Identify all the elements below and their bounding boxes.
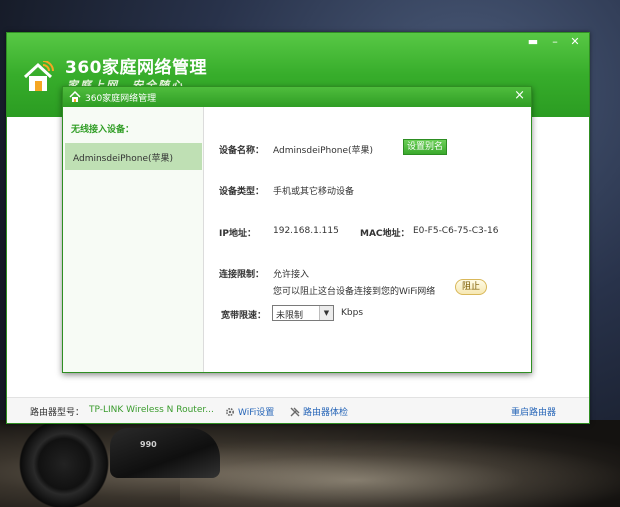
wallpaper-motorcycle-body xyxy=(110,428,220,478)
router-model-link[interactable]: TP-LINK Wireless N Router... xyxy=(89,405,214,415)
bandwidth-limit-label: 宽带限速： xyxy=(221,311,267,321)
wifi-settings-label: WiFi设置 xyxy=(238,408,275,418)
device-detail-dialog: 360家庭网络管理 × 无线接入设备： AdminsdeiPhone(苹果) 设… xyxy=(62,86,532,373)
dialog-title-bar[interactable]: 360家庭网络管理 × xyxy=(63,87,531,107)
set-alias-button[interactable]: 设置别名 xyxy=(403,139,447,155)
router-check-link[interactable]: 路由器体检 xyxy=(290,405,348,418)
mac-value: E0-F5-C6-75-C3-16 xyxy=(413,226,499,236)
dialog-title: 360家庭网络管理 xyxy=(85,94,157,104)
dialog-close-icon[interactable]: × xyxy=(514,88,525,103)
chevron-down-icon: ▼ xyxy=(319,306,333,320)
device-type-label: 设备类型： xyxy=(219,187,265,197)
wallpaper-dust xyxy=(180,440,620,507)
feedback-icon[interactable]: ▬ xyxy=(525,35,541,49)
router-model-label: 路由器型号： xyxy=(30,408,85,418)
app-title: 360家庭网络管理 xyxy=(65,58,207,78)
close-icon[interactable]: ✕ xyxy=(567,35,583,49)
router-check-label: 路由器体检 xyxy=(303,408,349,418)
mac-label: MAC地址： xyxy=(360,229,410,239)
device-list-item[interactable]: AdminsdeiPhone(苹果) xyxy=(65,143,202,170)
wallpaper-bike-badge: 990 xyxy=(140,440,157,449)
device-list-heading: 无线接入设备： xyxy=(71,125,135,135)
device-list-panel: 无线接入设备： AdminsdeiPhone(苹果) xyxy=(63,107,204,372)
house-small-icon xyxy=(69,91,81,102)
device-type-value: 手机或其它移动设备 xyxy=(273,187,355,197)
wrench-icon xyxy=(290,407,300,416)
ip-label: IP地址： xyxy=(219,229,256,239)
connection-limit-hint: 您可以阻止这台设备连接到您的WiFi网络 xyxy=(273,287,436,297)
wallpaper-motorcycle-wheel xyxy=(8,418,120,507)
connection-limit-value: 允许接入 xyxy=(273,270,310,280)
bandwidth-unit: Kbps xyxy=(341,308,364,318)
connection-limit-label: 连接限制： xyxy=(219,270,265,280)
device-name-value: AdminsdeiPhone(苹果) xyxy=(273,146,374,156)
status-bar: 路由器型号： TP-LINK Wireless N Router... WiFi… xyxy=(7,397,589,423)
gear-icon xyxy=(225,407,235,416)
bandwidth-limit-select[interactable]: 未限制 ▼ xyxy=(272,305,334,321)
minimize-icon[interactable]: – xyxy=(547,35,563,49)
device-name-label: 设备名称： xyxy=(219,146,265,156)
block-device-button[interactable]: 阻止 xyxy=(455,279,487,295)
ip-value: 192.168.1.115 xyxy=(273,226,339,236)
restart-router-link[interactable]: 重启路由器 xyxy=(511,405,556,418)
wifi-settings-link[interactable]: WiFi设置 xyxy=(225,405,274,418)
house-logo-icon xyxy=(23,61,54,91)
bandwidth-limit-value: 未限制 xyxy=(276,311,304,321)
